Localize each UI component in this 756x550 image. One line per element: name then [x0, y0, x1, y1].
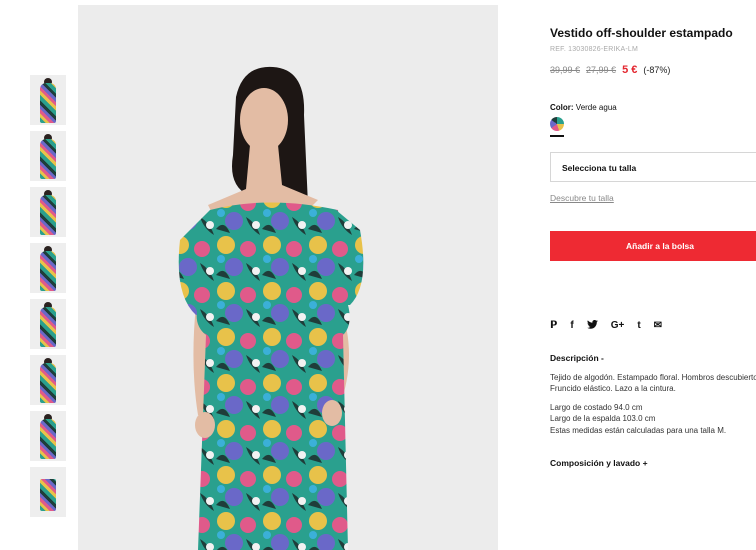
- original-price-1: 39,99 €: [550, 65, 581, 75]
- original-price-2: 27,99 €: [586, 65, 617, 75]
- description-line-2: Fruncido elástico. Lazo a la cintura.: [550, 384, 676, 393]
- thumbnail-8[interactable]: [30, 467, 66, 517]
- email-icon[interactable]: ✉: [654, 320, 662, 331]
- thumbnail-figure-dress: [40, 479, 56, 511]
- google-plus-icon[interactable]: G+: [611, 320, 625, 331]
- composition-toggle[interactable]: Composición y lavado +: [550, 458, 756, 468]
- thumbnail-figure-dress: [40, 307, 56, 347]
- current-price: 5 €: [622, 64, 638, 76]
- twitter-icon[interactable]: [586, 319, 598, 331]
- measurements: Largo de costado 94.0 cm Largo de la esp…: [550, 402, 756, 437]
- description-text: Tejido de algodón. Estampado floral. Hom…: [550, 372, 756, 395]
- measurement-note: Estas medidas están calculadas para una …: [550, 425, 727, 435]
- product-title: Vestido off-shoulder estampado: [550, 26, 733, 40]
- product-reference: REF. 13030826-ERIKA-LM: [550, 46, 639, 53]
- color-value: Verde agua: [575, 103, 617, 112]
- measurement-side-length: Largo de costado 94.0 cm: [550, 402, 643, 412]
- thumbnail-3[interactable]: [30, 187, 66, 237]
- twitter-bird-shape: [586, 319, 598, 329]
- thumbnail-2[interactable]: [30, 131, 66, 181]
- description-toggle[interactable]: Descripción -: [550, 353, 756, 363]
- price-row: 39,99 € 27,99 € 5 € (-87%): [550, 64, 756, 76]
- thumbnail-figure-dress: [40, 195, 56, 235]
- thumbnail-7[interactable]: [30, 411, 66, 461]
- thumbnail-1[interactable]: [30, 75, 66, 125]
- pinterest-icon[interactable]: 𝗣: [550, 320, 557, 331]
- tumblr-icon[interactable]: t: [637, 320, 640, 331]
- thumbnail-figure-dress: [40, 251, 56, 291]
- size-select[interactable]: Selecciona tu talla: [550, 151, 756, 182]
- thumbnail-figure-dress: [40, 419, 56, 459]
- product-main-image[interactable]: [78, 5, 498, 550]
- color-label-row: Color: Verde agua: [550, 103, 756, 112]
- thumbnail-figure-dress: [40, 83, 56, 123]
- add-to-bag-button[interactable]: Añadir a la bolsa: [550, 230, 756, 261]
- thumbnail-figure-dress: [40, 139, 56, 179]
- thumbnail-5[interactable]: [30, 299, 66, 349]
- selected-swatch-indicator: [550, 135, 564, 137]
- share-bar: 𝗣 f G+ t ✉: [550, 319, 756, 331]
- thumbnail-4[interactable]: [30, 243, 66, 293]
- thumbnail-figure-dress: [40, 363, 56, 403]
- product-info-panel: Vestido off-shoulder estampado REF. 1303…: [550, 26, 756, 468]
- thumbnail-gallery: [30, 75, 66, 523]
- size-guide-link[interactable]: Descubre tu talla: [550, 193, 614, 203]
- color-swatch[interactable]: [550, 117, 564, 131]
- color-label: Color:: [550, 103, 574, 112]
- description-line-1: Tejido de algodón. Estampado floral. Hom…: [550, 372, 756, 382]
- thumbnail-6[interactable]: [30, 355, 66, 405]
- model-illustration: [178, 66, 364, 550]
- facebook-icon[interactable]: f: [570, 320, 573, 331]
- measurement-back-length: Largo de la espalda 103.0 cm: [550, 414, 656, 423]
- discount-badge: (-87%): [643, 65, 671, 75]
